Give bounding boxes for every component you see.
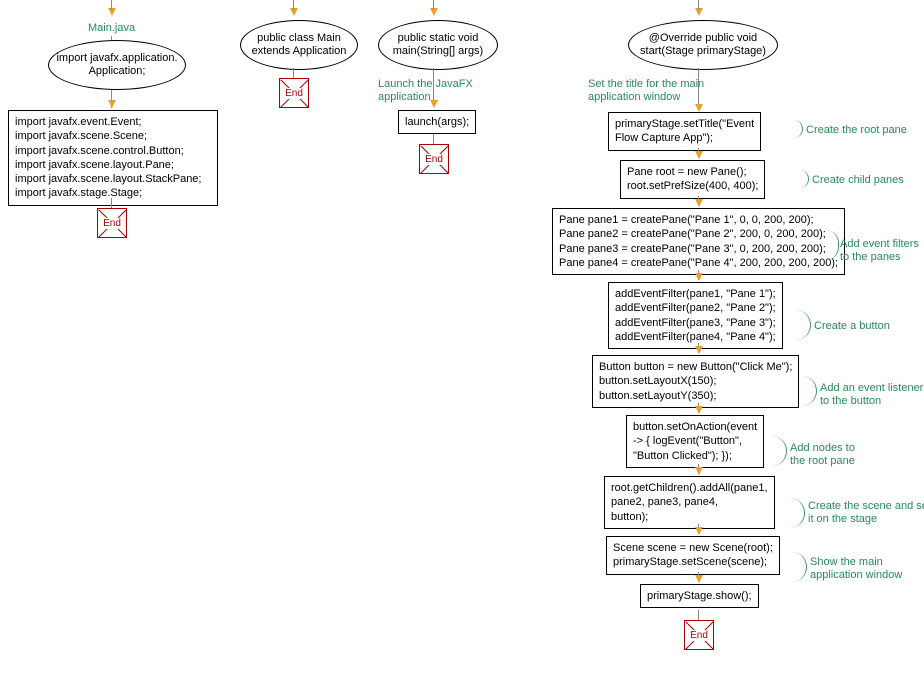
node-set-title: primaryStage.setTitle("Event Flow Captur… (608, 112, 761, 151)
arrow-icon (695, 273, 703, 281)
connector-line (433, 134, 434, 144)
node-class-main: public class Main extends Application (240, 20, 358, 70)
comment-connector (786, 552, 807, 582)
arrow-icon (290, 8, 298, 16)
connector-line (293, 0, 294, 10)
node-import-app: import javafx.application. Application; (48, 40, 186, 90)
end-icon: End (419, 144, 449, 174)
end-icon: End (97, 208, 127, 238)
comment-connector (772, 120, 803, 138)
end-icon: End (684, 620, 714, 650)
comment-event-filters: Add event filters to the panes (840, 238, 919, 264)
connector-line (293, 68, 294, 78)
connector-line (111, 0, 112, 10)
node-start-method: @Override public void start(Stage primar… (628, 20, 778, 70)
arrow-icon (695, 575, 703, 583)
arrow-icon (695, 527, 703, 535)
comment-add-nodes: Add nodes to the root pane (790, 442, 855, 468)
comment-connector (786, 310, 811, 340)
arrow-icon (430, 8, 438, 16)
comment-connector (768, 170, 809, 188)
comment-connector (784, 498, 805, 528)
node-add-children: root.getChildren().addAll(pane1, pane2, … (604, 476, 775, 529)
arrow-icon (695, 199, 703, 207)
node-imports: import javafx.event.Event; import javafx… (8, 110, 218, 206)
arrow-icon (695, 104, 703, 112)
arrow-icon (695, 406, 703, 414)
comment-launch: Launch the JavaFX application (378, 78, 473, 104)
connector-line (433, 0, 434, 10)
node-scene: Scene scene = new Scene(root); primarySt… (606, 536, 780, 575)
node-show: primaryStage.show(); (640, 584, 759, 608)
comment-set-title: Set the title for the main application w… (588, 78, 704, 104)
comment-event-listener: Add an event listener to the button (820, 382, 923, 408)
arrow-icon (108, 100, 116, 108)
node-main-method: public static void main(String[] args) (378, 20, 498, 70)
comment-child-panes: Create child panes (812, 174, 904, 187)
arrow-icon (695, 467, 703, 475)
node-set-action: button.setOnAction(event -> { logEvent("… (626, 415, 764, 468)
connector-line (111, 198, 112, 208)
comment-connector (798, 376, 817, 406)
connector-line (698, 610, 699, 620)
node-create-panes: Pane pane1 = createPane("Pane 1", 0, 0, … (552, 208, 845, 275)
node-event-filters: addEventFilter(pane1, "Pane 1"); addEven… (608, 282, 783, 349)
comment-root-pane: Create the root pane (806, 124, 907, 137)
arrow-icon (695, 151, 703, 159)
node-root-pane: Pane root = new Pane(); root.setPrefSize… (620, 160, 765, 199)
node-create-button: Button button = new Button("Click Me"); … (592, 355, 799, 408)
arrow-icon (695, 346, 703, 354)
arrow-icon (108, 8, 116, 16)
title-main: Main.java (88, 22, 135, 35)
arrow-icon (695, 8, 703, 16)
arrow-icon (430, 100, 438, 108)
connector-line (698, 0, 699, 10)
node-launch: launch(args); (398, 110, 476, 134)
comment-connector (766, 436, 787, 466)
comment-create-scene: Create the scene and set it on the stage (808, 500, 924, 526)
end-icon: End (279, 78, 309, 108)
comment-create-button: Create a button (814, 320, 890, 333)
comment-show-window: Show the main application window (810, 556, 902, 582)
